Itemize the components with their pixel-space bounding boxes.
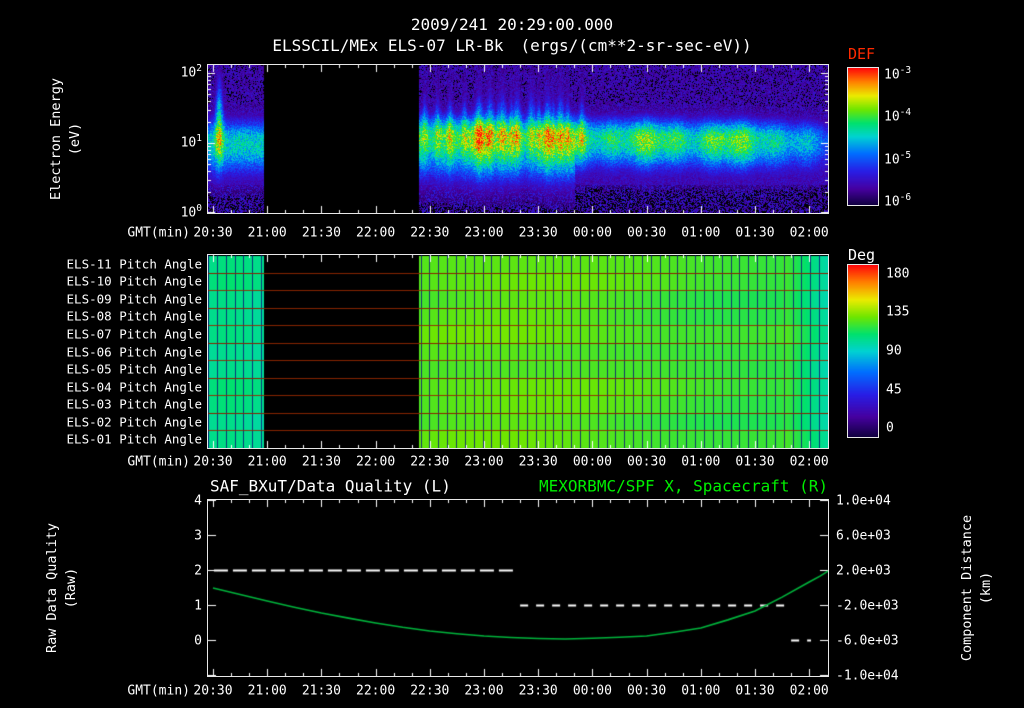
quality-axis-label: Raw Data Quality (Raw) [43,488,81,688]
distance-axis-label-line2: (km) [978,571,994,605]
pitch-row-label: ELS-07 Pitch Angle [66,326,202,342]
x-tick-label: 20:30 [193,454,233,470]
energy-axis-label-line2: (eV) [67,122,83,156]
quality-tick-label: 2 [194,563,202,579]
pitch-angle-panel [207,254,829,449]
distance-axis-label: Component Distance (km) [958,488,996,688]
deg-colorbar-tick-label: 90 [886,343,902,359]
deg-colorbar [847,264,879,438]
pitch-row-label: ELS-11 Pitch Angle [66,256,202,272]
x-tick-label: 22:30 [410,225,450,241]
deg-colorbar-tick-label: 135 [886,304,910,320]
deg-colorbar-tick-label: 0 [886,420,894,436]
x-tick-label: 00:00 [572,683,612,699]
line-plot-canvas [208,500,828,676]
x-tick-label: 02:00 [789,225,829,241]
deg-colorbar-canvas [848,265,878,437]
x-tick-label: 00:00 [572,225,612,241]
energy-axis-label-line1: Electron Energy [48,78,64,200]
timestamp-title: 2009/241 20:29:00.000 [410,15,614,34]
pitch-row-label: ELS-01 Pitch Angle [66,431,202,447]
def-colorbar [847,67,879,206]
x-tick-label: 21:30 [301,454,341,470]
x-tick-label: 21:00 [247,225,287,241]
pitch-row-label: ELS-05 Pitch Angle [66,361,202,377]
x-tick-label: 21:30 [301,225,341,241]
pitch-row-label: ELS-06 Pitch Angle [66,344,202,359]
spectrogram-canvas [208,65,828,213]
gmt-axis-label: GMT(min) [127,454,190,470]
x-tick-label: 22:00 [356,454,396,470]
x-tick-label: 00:00 [572,454,612,470]
def-colorbar-tick-label: 10-3 [884,65,912,83]
energy-tick-label: 100 [180,203,202,221]
pitch-row-label: ELS-09 Pitch Angle [66,291,202,307]
distance-tick-label: 6.0e+03 [836,528,891,544]
quality-axis-label-line1: Raw Data Quality [44,522,60,654]
x-tick-label: 01:00 [681,225,721,241]
pitch-row-label: ELS-08 Pitch Angle [66,308,202,324]
x-tick-label: 01:30 [735,683,775,699]
spectrogram-panel [207,64,829,214]
deg-colorbar-tick-label: 180 [886,266,910,282]
x-tick-label: 21:00 [247,683,287,699]
deg-colorbar-title: Deg [848,246,876,264]
distance-axis-label-line1: Component Distance [959,514,975,662]
def-colorbar-tick-label: 10-5 [884,149,912,168]
distance-tick-label: -1.0e+04 [836,668,899,684]
gmt-axis-label: GMT(min) [127,683,190,699]
energy-tick-label: 101 [180,133,202,151]
quality-tick-label: 4 [194,493,202,509]
x-tick-label: 00:30 [627,683,667,699]
x-tick-label: 01:00 [681,454,721,470]
x-tick-label: 21:30 [301,683,341,699]
pitch-row-label: ELS-10 Pitch Angle [66,273,202,289]
gmt-axis-label: GMT(min) [127,225,190,241]
x-tick-label: 20:30 [193,683,233,699]
quality-tick-label: 1 [194,598,202,614]
x-tick-label: 23:30 [518,683,558,699]
distance-tick-label: -2.0e+03 [836,598,899,614]
x-tick-label: 00:30 [627,225,667,241]
x-tick-label: 21:00 [247,454,287,470]
def-colorbar-tick-label: 10-6 [884,192,912,210]
x-tick-label: 22:30 [410,454,450,470]
def-colorbar-canvas [848,68,878,205]
x-tick-label: 22:00 [356,683,396,699]
quality-axis-label-line2: (Raw) [63,567,79,609]
x-tick-label: 23:00 [464,683,504,699]
x-tick-label: 22:30 [410,683,450,699]
line-plot-panel [207,499,829,677]
x-tick-label: 23:30 [518,225,558,241]
distance-tick-label: 2.0e+03 [836,563,891,579]
x-tick-label: 01:30 [735,225,775,241]
distance-tick-label: 1.0e+04 [836,493,891,509]
quality-tick-label: 0 [194,633,202,649]
def-colorbar-title: DEF [848,45,876,63]
deg-colorbar-tick-label: 45 [886,382,902,398]
plot-title-instrument: ELSSCIL/MEx ELS-07 LR-Bk [272,36,504,55]
plot-title-units: (ergs/(cm**2-sr-sec-eV)) [520,36,752,55]
x-tick-label: 23:00 [464,225,504,241]
pitch-row-label: ELS-04 Pitch Angle [66,379,202,395]
right-series-title: MEXORBMC/SPF X, Spacecraft (R) [539,476,828,496]
x-tick-label: 01:30 [735,454,775,470]
pitch-row-label: ELS-02 Pitch Angle [66,414,202,430]
x-tick-label: 00:30 [627,454,667,470]
quality-tick-label: 3 [194,528,202,544]
energy-tick-label: 102 [180,63,202,81]
x-tick-label: 20:30 [193,225,233,241]
x-tick-label: 02:00 [789,454,829,470]
def-colorbar-tick-label: 10-4 [884,107,912,125]
x-tick-label: 23:00 [464,454,504,470]
pitch-row-label: ELS-03 Pitch Angle [66,396,202,412]
x-tick-label: 23:30 [518,454,558,470]
distance-tick-label: -6.0e+03 [836,633,899,649]
x-tick-label: 22:00 [356,225,396,241]
x-tick-label: 01:00 [681,683,721,699]
plot-window: 2009/241 20:29:00.000 ELSSCIL/MEx ELS-07… [0,0,1024,708]
pitch-angle-canvas [208,255,828,448]
energy-axis-label: Electron Energy (eV) [47,39,85,239]
x-tick-label: 02:00 [789,683,829,699]
